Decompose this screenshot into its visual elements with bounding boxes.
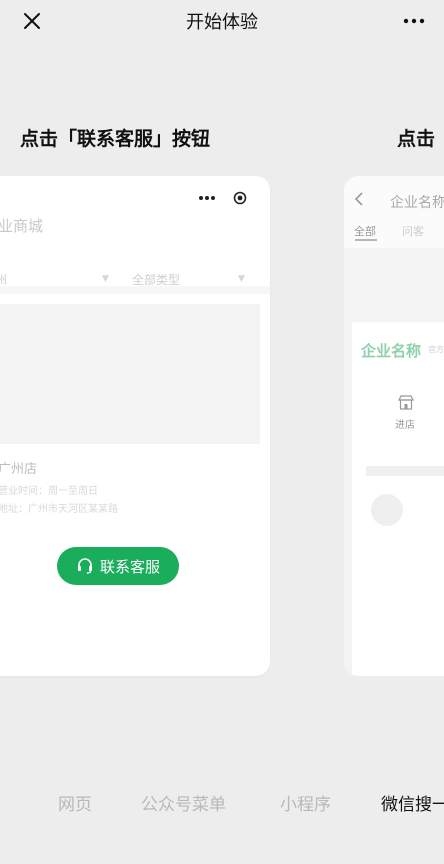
banner-image [0,304,260,444]
placeholder-line [366,466,444,476]
back-arrow-icon [354,192,363,206]
capsule-more-icon [199,196,215,200]
step-title: 点击「联系客服」按钮 [20,128,211,150]
store-address: 地址：广州市天河区某某路 [0,504,118,515]
enterprise-top-title: 企业名称 [390,195,444,211]
next-phone-card: 企业名称 全部 问客 企业名称 官方 进店 [344,176,444,676]
chevron-down-icon: ▼ [238,274,245,284]
headset-icon [77,558,92,574]
enter-store-label: 进店 [395,420,415,431]
tab-wechat-search[interactable]: 微信搜一 [381,790,444,815]
nav-bar: 开始体验 [0,0,444,42]
shop-name: 业商城 [0,217,44,235]
tab-official-account-menu[interactable]: 公众号菜单 [141,790,226,815]
capsule-close-icon [233,191,247,205]
enterprise-name: 企业名称 [361,342,422,360]
store-hours: 营业时间：周一至周日 [0,486,98,497]
page-title: 开始体验 [186,12,258,33]
tab-webpage[interactable]: 网页 [58,790,92,815]
close-icon[interactable] [20,9,44,33]
store-icon [398,395,414,410]
contact-service-label: 联系客服 [99,557,160,576]
tab-mini-program[interactable]: 小程序 [280,790,331,815]
bottom-tabs: 网页 公众号菜单 小程序 微信搜一 [0,790,444,820]
next-step-title: 点击 [397,128,436,150]
tab-indicator [355,239,377,241]
divider [0,286,270,294]
tab-question: 问客 [402,225,424,238]
demo-phone-card: 业商城 州 ▼ 全部类型 ▼ 广州店 营业时间：周一至周日 地址：广州市天河区某… [0,176,270,676]
chevron-down-icon: ▼ [102,274,109,284]
avatar [371,494,403,526]
enterprise-tag: 官方 [428,345,444,354]
more-dots-icon[interactable] [402,11,426,31]
contact-service-button[interactable]: 联系客服 [57,547,179,585]
store-name: 广州店 [0,462,38,477]
tab-all: 全部 [354,225,376,238]
